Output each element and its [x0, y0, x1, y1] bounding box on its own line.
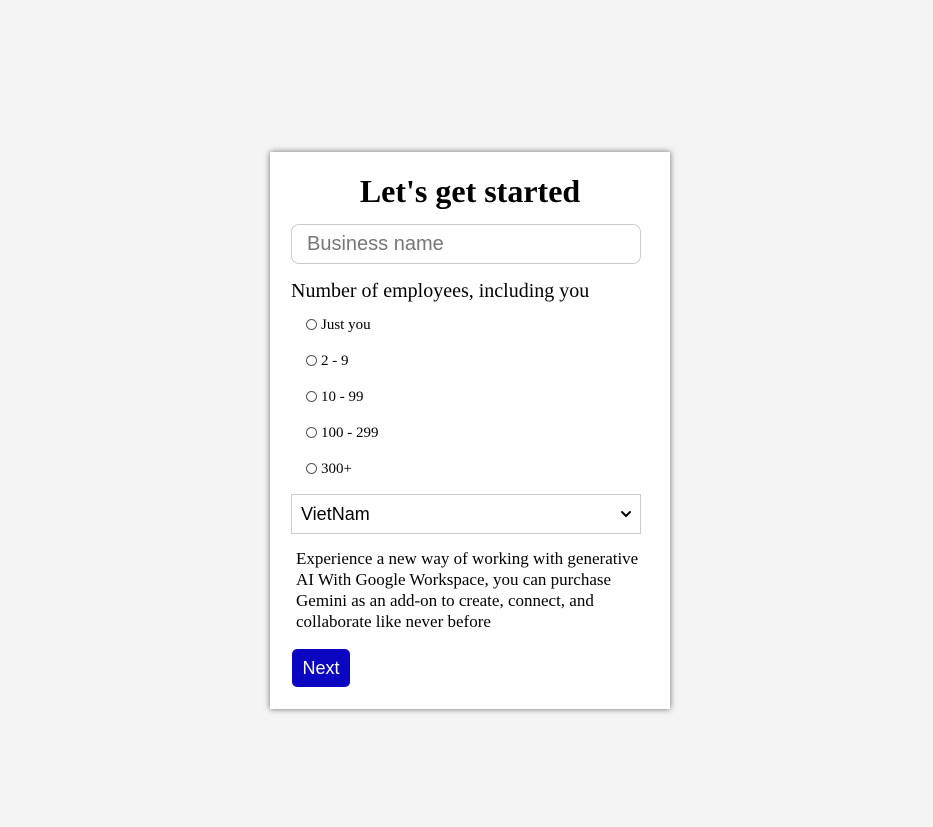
radio-button[interactable]	[306, 354, 317, 366]
radio-option-2-9[interactable]: 2 - 9	[306, 351, 349, 371]
radio-label: Just you	[321, 316, 371, 333]
radio-button[interactable]	[306, 318, 317, 330]
description-text: Experience a new way of working with gen…	[296, 549, 639, 631]
business-name-input[interactable]	[291, 224, 641, 264]
radio-button[interactable]	[306, 426, 317, 438]
radio-option-just-you[interactable]: Just you	[306, 315, 371, 335]
chevron-down-icon	[620, 508, 632, 520]
employees-label: Number of employees, including you	[291, 280, 590, 302]
country-select[interactable]: VietNam	[291, 494, 641, 534]
radio-label: 2 - 9	[321, 352, 349, 369]
radio-label: 10 - 99	[321, 388, 364, 405]
radio-label: 100 - 299	[321, 424, 379, 441]
radio-option-100-299[interactable]: 100 - 299	[306, 423, 379, 443]
country-selected-value: VietNam	[301, 503, 370, 524]
radio-button[interactable]	[306, 462, 317, 474]
next-button[interactable]: Next	[292, 649, 350, 687]
signup-card: Let's get started Number of employees, i…	[270, 152, 670, 709]
page-title: Let's get started	[359, 173, 581, 209]
radio-button[interactable]	[306, 390, 317, 402]
radio-option-10-99[interactable]: 10 - 99	[306, 387, 364, 407]
radio-option-300-plus[interactable]: 300+	[306, 459, 352, 479]
radio-label: 300+	[321, 460, 352, 477]
